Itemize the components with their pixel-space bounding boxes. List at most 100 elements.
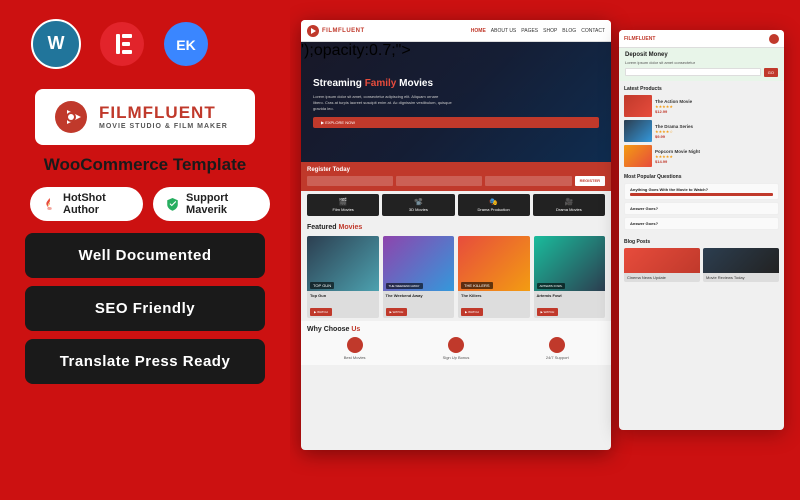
well-documented-btn[interactable]: Well Documented	[25, 233, 265, 278]
svg-text:W: W	[48, 33, 65, 53]
ss-blog-card-1: Cinema News Update	[624, 248, 700, 282]
ss-faq-1: Anything Goes With the Movie to Watch?	[624, 183, 779, 200]
ss-nav-blog: BLOG	[562, 28, 576, 34]
ss-movie-title-4: Artemis Fowl	[534, 291, 606, 300]
ss-register-box: Register Today REGISTER	[301, 162, 611, 191]
ss-product-info-1: The Action Movie ★★★★★ $12.99	[655, 99, 692, 114]
ss-hero: ');opacity:0.7;"> Streaming Family Movie…	[301, 42, 611, 162]
ss-products-label: Latest Products	[624, 86, 779, 92]
ss-movie-card-3: THE KILLERS The Killers ▶ WATCH	[458, 236, 530, 318]
ss-movie-btn-1[interactable]: ▶ WATCH	[310, 308, 332, 316]
ss-product-img-3	[624, 145, 652, 167]
ss-blog-img-2	[703, 248, 779, 273]
ss-movies-row: TOP GUN Top Gun ▶ WATCH THE WEEKEND AWAY…	[301, 233, 611, 321]
ss-movie-poster-1: TOP GUN	[307, 236, 379, 291]
ss-product-info-2: The Drama Series ★★★★☆ $9.99	[655, 124, 693, 139]
ss-movie-btn-2[interactable]: ▶ WATCH	[386, 308, 408, 316]
hotshot-author-label: HotShot Author	[63, 192, 131, 216]
ss-faq-label: Most Popular Questions	[624, 174, 779, 180]
ss-blog-section: Blog Posts Cinema News Update Movie Revi…	[619, 237, 784, 287]
ss-featured-title: Featured Movies	[301, 219, 611, 233]
hotshot-author-badge: HotShot Author	[30, 187, 143, 221]
ek-icon: EK	[162, 20, 210, 73]
ss-nav-about: ABOUT US	[491, 28, 516, 34]
ss-side-header: FILMFLUENT	[619, 30, 784, 48]
ss-faq-3: Answer Goes?	[624, 217, 779, 230]
ss-product-info-3: Popcorn Movie Night ★★★★★ $14.99	[655, 149, 700, 164]
woocommerce-label: WooCommerce Template	[44, 155, 246, 175]
ss-register-btn[interactable]: REGISTER	[575, 176, 605, 186]
top-icons-row: W EK	[30, 18, 210, 75]
ss-movie-card-1: TOP GUN Top Gun ▶ WATCH	[307, 236, 379, 318]
ss-nav-contact: CONTACT	[581, 28, 605, 34]
ss-cat-drama2: 🎥 Drama Movies	[533, 194, 605, 216]
main-screenshot: FILMFLUENT HOME ABOUT US PAGES SHOP BLOG…	[301, 20, 611, 450]
ss-cat-3d: 📽️ 3D Movies	[382, 194, 454, 216]
ss-product-img-1	[624, 95, 652, 117]
ss-latest-products: Latest Products The Action Movie ★★★★★ $…	[619, 81, 784, 172]
ss-movie-btn-4[interactable]: ▶ WATCH	[537, 308, 559, 316]
ss-blog-img-1	[624, 248, 700, 273]
ss-blog-card-2: Movie Reviews Today	[703, 248, 779, 282]
ss-faq-section: Most Popular Questions Anything Goes Wit…	[619, 172, 784, 237]
ss-movie-title-3: The Killers	[458, 291, 530, 300]
left-panel: W EK	[0, 0, 290, 500]
brand-logo-icon	[53, 99, 89, 135]
ss-blog-label: Blog Posts	[624, 239, 779, 245]
ss-movie-card-2: THE WEEKEND AWAY The Weekend Away ▶ WATC…	[383, 236, 455, 318]
ss-hero-desc: Lorem ipsum dolor sit amet, consectetur …	[313, 94, 599, 112]
ss-hero-cta[interactable]: ▶ EXPLORE NOW	[313, 117, 599, 128]
ss-movie-poster-2: THE WEEKEND AWAY	[383, 236, 455, 291]
ss-product-row-2: The Drama Series ★★★★☆ $9.99	[624, 120, 779, 142]
translate-press-btn[interactable]: Translate Press Ready	[25, 339, 265, 384]
svg-text:EK: EK	[176, 37, 195, 53]
ss-movie-poster-3: THE KILLERS	[458, 236, 530, 291]
ss-movie-title-1: Top Gun	[307, 291, 379, 300]
ss-why-best-movies: Best Movies	[307, 337, 402, 360]
ss-register-input[interactable]	[307, 176, 393, 186]
ss-blog-row: Cinema News Update Movie Reviews Today	[624, 248, 779, 282]
seo-friendly-btn[interactable]: SEO Friendly	[25, 286, 265, 331]
ss-product-row-3: Popcorn Movie Night ★★★★★ $14.99	[624, 145, 779, 167]
ss-navbar: FILMFLUENT HOME ABOUT US PAGES SHOP BLOG…	[301, 20, 611, 42]
ss-deposit-title: Deposit Money	[625, 52, 778, 58]
ss-product-img-2	[624, 120, 652, 142]
wordpress-icon: W	[30, 18, 82, 75]
ss-why-signup: Sign Up Bonus	[408, 337, 503, 360]
ss-products-list: The Action Movie ★★★★★ $12.99 The Drama …	[624, 95, 779, 167]
brand-subtitle: MOVIE STUDIO & FILM MAKER	[99, 123, 228, 130]
side-screenshot: FILMFLUENT Deposit Money Lorem ipsum dol…	[619, 30, 784, 430]
support-maverik-badge: Support Maverik	[153, 187, 270, 221]
ss-deposit-section: Deposit Money Lorem ipsum dolor sit amet…	[619, 48, 784, 81]
brand-text: FILMFLUENT MOVIE STUDIO & FILM MAKER	[99, 104, 228, 130]
ss-register-input-2[interactable]	[396, 176, 482, 186]
ss-hero-title: Streaming Family Movies	[313, 77, 599, 90]
ss-movie-btn-3[interactable]: ▶ WATCH	[461, 308, 483, 316]
ss-cat-film: 🎬 Film Movies	[307, 194, 379, 216]
ss-movie-poster-4: ARTEMIS FOWL	[534, 236, 606, 291]
ss-why-section: Why Choose Us Best Movies Sign Up Bonus …	[301, 321, 611, 365]
ss-why-icons: Best Movies Sign Up Bonus 24/7 Support	[307, 337, 605, 360]
ss-cat-drama: 🎭 Drama Production	[458, 194, 530, 216]
ss-movie-title-2: The Weekend Away	[383, 291, 455, 300]
ss-register-form: REGISTER	[307, 176, 605, 186]
support-maverik-label: Support Maverik	[186, 192, 258, 216]
ss-register-input-3[interactable]	[485, 176, 571, 186]
ss-nav-shop: SHOP	[543, 28, 557, 34]
ss-nav-pages: PAGES	[521, 28, 538, 34]
ss-category-row: 🎬 Film Movies 📽️ 3D Movies 🎭 Drama Produ…	[301, 191, 611, 219]
elementor-icon	[98, 20, 146, 73]
ss-why-title: Why Choose Us	[307, 326, 605, 333]
main-container: W EK	[0, 0, 800, 500]
brand-box: FILMFLUENT MOVIE STUDIO & FILM MAKER	[35, 89, 255, 145]
ss-nav-home: HOME	[471, 28, 486, 34]
ss-why-support: 24/7 Support	[510, 337, 605, 360]
ss-side-logo: FILMFLUENT	[624, 36, 655, 42]
ss-nav-links: HOME ABOUT US PAGES SHOP BLOG CONTACT	[471, 28, 605, 34]
ss-product-row-1: The Action Movie ★★★★★ $12.99	[624, 95, 779, 117]
ss-faq-2: Answer Goes?	[624, 202, 779, 215]
ss-nav-logo: FILMFLUENT	[322, 28, 365, 34]
badges-row: HotShot Author Support Maverik	[30, 187, 270, 221]
ss-register-title: Register Today	[307, 167, 605, 173]
ss-movie-card-4: ARTEMIS FOWL Artemis Fowl ▶ WATCH	[534, 236, 606, 318]
